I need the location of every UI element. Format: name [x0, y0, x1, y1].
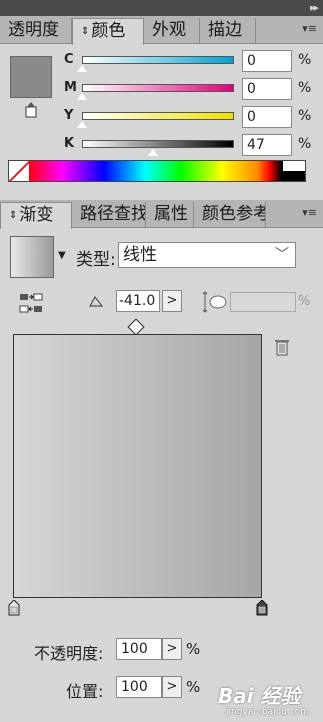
channel-slider-thumb[interactable]: [76, 92, 88, 100]
channel-slider-track[interactable]: [82, 56, 234, 64]
chevron-down-icon: ﹀: [275, 247, 289, 263]
tab-pathfinder[interactable]: 路径查找器: [72, 202, 146, 228]
angle-input[interactable]: -41.0: [116, 290, 160, 312]
position-label: 位置:: [66, 682, 104, 701]
tab-color-guide[interactable]: 颜色参考: [194, 202, 266, 228]
white-black-swatch[interactable]: [283, 161, 305, 181]
position-unit: %: [186, 678, 201, 696]
opacity-unit: %: [186, 640, 201, 658]
position-input[interactable]: 100: [116, 676, 162, 698]
opacity-input[interactable]: 100: [116, 638, 162, 660]
gradient-type-label: 类型:: [76, 250, 116, 270]
panel-menu-icon[interactable]: ▾≡: [302, 206, 317, 219]
reverse-gradient-icon[interactable]: [18, 292, 44, 314]
angle-icon: [89, 296, 104, 307]
tab-label: 路径查找器: [80, 204, 145, 224]
gradient-swatch-dropdown-icon[interactable]: ▼: [58, 250, 66, 261]
channel-value-input[interactable]: 0: [242, 106, 292, 128]
tab-label: 描边: [208, 20, 242, 40]
aspect-ratio-input: [230, 292, 296, 312]
gradient-stop-end[interactable]: [256, 600, 268, 616]
tab-attributes[interactable]: 属性: [146, 202, 194, 228]
channel-unit: %: [298, 52, 312, 68]
channel-unit: %: [298, 108, 312, 124]
tab-collapse-icon: ⇕: [9, 210, 18, 221]
opacity-label: 不透明度:: [34, 644, 104, 663]
gradient-swatch[interactable]: [10, 236, 54, 278]
gradient-type-value: 线性: [123, 245, 157, 265]
slider-row-y: Y 0%: [0, 106, 323, 130]
channel-value-input[interactable]: 0: [242, 50, 292, 72]
aspect-ratio-icon: [202, 291, 227, 313]
tab-appearance[interactable]: 外观: [144, 18, 200, 44]
channel-value-input[interactable]: 0: [242, 78, 292, 100]
slider-row-k: K 47%: [0, 134, 323, 158]
gradient-midpoint-handle[interactable]: [127, 318, 145, 336]
tab-stroke[interactable]: 描边: [200, 18, 256, 44]
gradient-slider-preview[interactable]: [13, 334, 262, 598]
watermark-main: Bai 经验: [218, 684, 301, 708]
none-color-swatch[interactable]: [9, 161, 29, 181]
channel-slider-thumb[interactable]: [147, 148, 160, 156]
opacity-dropdown-button[interactable]: >: [162, 638, 182, 660]
tab-label: 颜色: [91, 21, 126, 41]
tab-label: 颜色参考: [202, 204, 266, 224]
top-panel-tabbar: 透明度 ⇕ 颜色 外观 描边 ▾≡: [0, 16, 323, 45]
panel-menu-icon[interactable]: ▾≡: [302, 22, 317, 35]
bottom-panel-tabbar: ⇕渐变 路径查找器 属性 颜色参考 ▾≡: [0, 200, 323, 229]
position-dropdown-button[interactable]: >: [162, 676, 182, 698]
channel-label: M: [64, 80, 77, 95]
gradient-stop-start[interactable]: [8, 600, 20, 616]
gradient-type-select[interactable]: 线性 ﹀: [118, 242, 296, 268]
slider-row-m: M 0%: [0, 78, 323, 102]
tab-label: 属性: [154, 204, 188, 224]
channel-slider-thumb[interactable]: [76, 120, 88, 128]
trash-icon[interactable]: [274, 338, 290, 356]
channel-slider-track[interactable]: [82, 112, 234, 120]
channel-slider-thumb[interactable]: [76, 64, 88, 72]
channel-unit: %: [298, 80, 312, 96]
channel-slider-track[interactable]: [82, 84, 234, 92]
watermark-sub: jingyan.baidu.com: [226, 707, 310, 717]
tab-gradient[interactable]: ⇕ 渐变: [0, 202, 72, 229]
tab-label: 渐变: [19, 205, 54, 225]
panel-dock-header: ▸▸: [0, 0, 323, 16]
channel-label: C: [64, 52, 74, 67]
collapse-panels-icon[interactable]: ▸▸: [310, 1, 319, 14]
channel-slider-track[interactable]: [82, 140, 234, 148]
slider-row-c: C 0%: [0, 50, 323, 74]
angle-dropdown-button[interactable]: >: [162, 290, 182, 312]
channel-value-input[interactable]: 47: [242, 134, 292, 156]
channel-unit: %: [298, 136, 312, 152]
tab-collapse-icon: ⇕: [81, 26, 90, 37]
channel-label: K: [64, 136, 75, 151]
aspect-ratio-unit: %: [298, 294, 311, 309]
tab-label: 外观: [152, 20, 186, 40]
color-spectrum-bar[interactable]: [8, 160, 306, 182]
tab-transparency[interactable]: 透明度: [0, 18, 72, 44]
tab-color[interactable]: ⇕ 颜色: [72, 18, 144, 45]
channel-label: Y: [64, 108, 74, 123]
tab-label: 透明度: [8, 20, 59, 40]
baidu-watermark: Bai 经验 jingyan.baidu.com: [218, 680, 318, 720]
